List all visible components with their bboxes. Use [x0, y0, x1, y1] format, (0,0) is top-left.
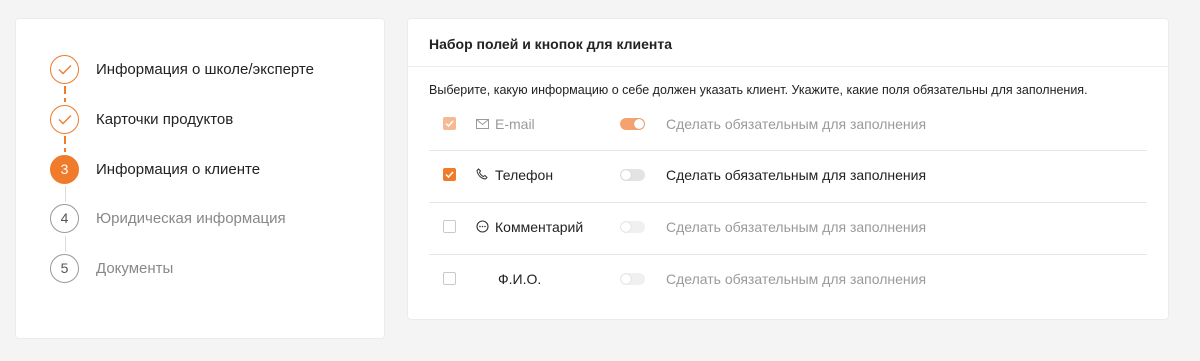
check-icon	[50, 104, 79, 134]
step-school-info[interactable]: Информация о школе/эксперте	[50, 54, 314, 84]
envelope-icon	[475, 117, 489, 131]
field-label: E-mail	[495, 116, 535, 132]
client-fields-panel: Набор полей и кнопок для клиента Выберит…	[407, 18, 1169, 320]
step-label: Юридическая информация	[96, 209, 286, 227]
panel-title: Набор полей и кнопок для клиента	[408, 19, 1168, 67]
step-label: Информация о школе/эксперте	[96, 60, 314, 78]
step-label: Информация о клиенте	[96, 160, 261, 178]
comment-checkbox[interactable]	[443, 220, 456, 233]
step-number: 3	[50, 154, 79, 184]
field-row-phone: Телефон Сделать обязательным для заполне…	[429, 150, 1147, 202]
step-client-info[interactable]: 3 Информация о клиенте	[50, 154, 260, 184]
required-toggle[interactable]	[620, 118, 645, 130]
step-label: Карточки продуктов	[96, 110, 234, 128]
required-label: Сделать обязательным для заполнения	[666, 167, 927, 183]
required-label: Сделать обязательным для заполнения	[666, 271, 927, 287]
step-connector	[64, 136, 66, 152]
field-row-email: E-mail Сделать обязательным для заполнен…	[429, 99, 1147, 151]
required-toggle[interactable]	[620, 221, 645, 233]
field-label: Комментарий	[495, 219, 584, 235]
field-label: Телефон	[495, 167, 554, 183]
panel-description: Выберите, какую информацию о себе должен…	[429, 83, 1088, 97]
field-label: Ф.И.О.	[498, 271, 542, 287]
steps-panel: Информация о школе/эксперте Карточки про…	[15, 18, 385, 339]
full-name-checkbox[interactable]	[443, 272, 456, 285]
step-documents[interactable]: 5 Документы	[50, 253, 173, 283]
check-icon	[50, 54, 79, 84]
required-label: Сделать обязательным для заполнения	[666, 116, 927, 132]
step-connector	[65, 186, 66, 202]
field-row-comment: Комментарий Сделать обязательным для зап…	[429, 202, 1147, 254]
required-toggle[interactable]	[620, 169, 645, 181]
step-product-cards[interactable]: Карточки продуктов	[50, 104, 233, 134]
field-row-full-name: Ф.И.О. Сделать обязательным для заполнен…	[429, 254, 1147, 306]
step-connector	[64, 86, 66, 102]
required-toggle[interactable]	[620, 273, 645, 285]
step-legal-info[interactable]: 4 Юридическая информация	[50, 203, 286, 233]
phone-checkbox[interactable]	[443, 168, 456, 181]
step-number: 5	[50, 253, 79, 283]
chat-bubble-icon	[475, 219, 489, 233]
email-checkbox[interactable]	[443, 117, 456, 130]
step-number: 4	[50, 203, 79, 233]
step-label: Документы	[96, 259, 174, 277]
step-connector	[65, 236, 66, 252]
required-label: Сделать обязательным для заполнения	[666, 219, 927, 235]
phone-icon	[475, 167, 489, 181]
